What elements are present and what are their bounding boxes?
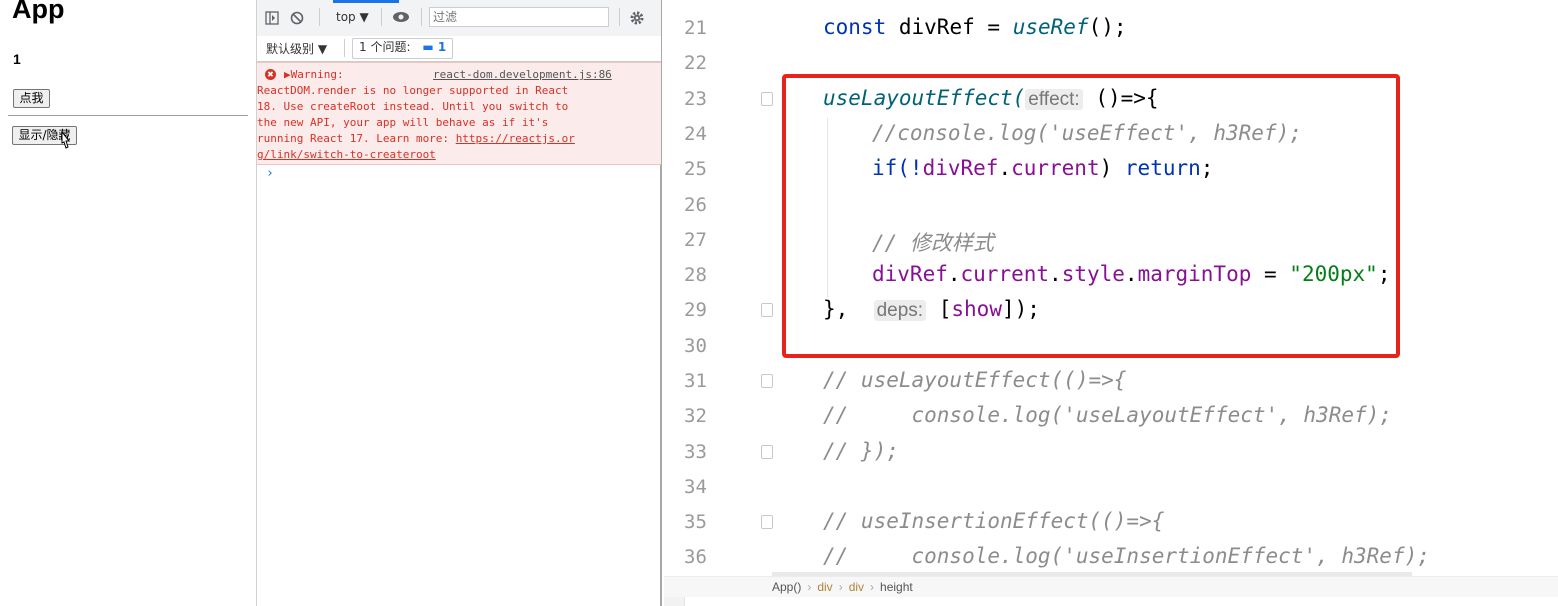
warning-source-link[interactable]: react-dom.development.js:86 [433,68,612,81]
line-number: 34 [684,476,707,498]
code-line-21[interactable]: const divRef = useRef(); [823,15,1127,39]
message-icon: ▬ [422,40,434,54]
line-number: 30 [684,335,707,357]
fold-marker-icon[interactable] [761,374,773,388]
code-line-31[interactable]: // useLayoutEffect(()=>{ [823,368,1126,392]
gear-icon[interactable] [629,10,645,26]
app-heading: App [12,0,65,24]
active-tab-indicator [333,0,399,3]
issues-label: 1 个问题: [359,40,411,54]
line-number: 35 [684,511,707,533]
filter-input[interactable] [429,7,609,27]
issues-count-badge: ▬ 1 [422,40,447,54]
code-line-35[interactable]: // useInsertionEffect(()=>{ [823,509,1164,533]
divider [8,115,248,116]
warning-body: ReactDOM.render is no longer supported i… [257,84,575,161]
console-warning-message: ✖ ▶Warning: react-dom.development.js:86 … [257,62,661,165]
console-prompt[interactable]: › [266,166,274,181]
click-me-button[interactable]: 点我 [13,89,50,108]
breadcrumb: App() › div › div › height [664,576,1558,597]
console-toolbar: top ▼ [257,0,661,37]
code-line-33[interactable]: // }); [823,439,899,463]
breadcrumb-item[interactable]: height [880,580,913,594]
log-levels-dropdown[interactable]: 默认级别 ▼ [266,40,327,57]
line-number: 25 [684,158,707,180]
line-number: 23 [684,88,707,110]
live-expression-eye-icon[interactable] [392,11,410,23]
code-line-36[interactable]: // console.log('useInsertionEffect', h3R… [823,544,1430,568]
context-select[interactable]: top ▼ [336,10,369,24]
line-number: 33 [684,441,707,463]
breadcrumb-item[interactable]: div [849,580,864,594]
line-number: 26 [684,194,707,216]
line-number: 29 [684,299,707,321]
fold-marker-icon[interactable] [761,303,773,317]
fold-marker-icon[interactable] [761,445,773,459]
line-number: 28 [684,264,707,286]
sidebar-toggle-icon[interactable] [265,11,279,25]
breadcrumb-item[interactable]: div [817,580,832,594]
docs-link[interactable]: https://reactjs.or [456,132,575,145]
code-line-32[interactable]: // console.log('useLayoutEffect', h3Ref)… [823,403,1392,427]
mouse-cursor-icon [61,131,71,149]
fold-marker-icon[interactable] [761,92,773,106]
highlight-annotation-box [782,74,1400,358]
console-filter-bar: 默认级别 ▼ 1 个问题: ▬ 1 [257,36,661,62]
warning-label[interactable]: ▶Warning: [284,68,344,81]
line-number: 31 [684,370,707,392]
line-number: 24 [684,123,707,145]
line-number-gutter: 21 22 23 24 25 26 27 28 29 30 31 32 33 3… [664,0,772,576]
issues-button[interactable]: 1 个问题: ▬ 1 [352,38,454,59]
line-number: 32 [684,405,707,427]
line-number: 27 [684,229,707,251]
error-icon: ✖ [265,69,276,80]
line-number: 36 [684,546,707,568]
code-editor: 21 22 23 24 25 26 27 28 29 30 31 32 33 3… [664,0,1558,606]
counter-value: 1 [13,51,21,67]
breadcrumb-item[interactable]: App() [772,580,801,594]
clear-console-icon[interactable] [290,11,304,25]
line-number: 22 [684,52,707,74]
devtools-console-panel: top ▼ 默认级别 ▼ 1 个问题: ▬ 1 ✖ ▶Warning: reac… [256,0,662,606]
fold-marker-icon[interactable] [761,515,773,529]
line-number: 21 [684,17,707,39]
docs-link-continued[interactable]: g/link/switch-to-createroot [257,148,436,161]
app-preview: App 1 点我 显示/隐藏 [0,0,256,606]
